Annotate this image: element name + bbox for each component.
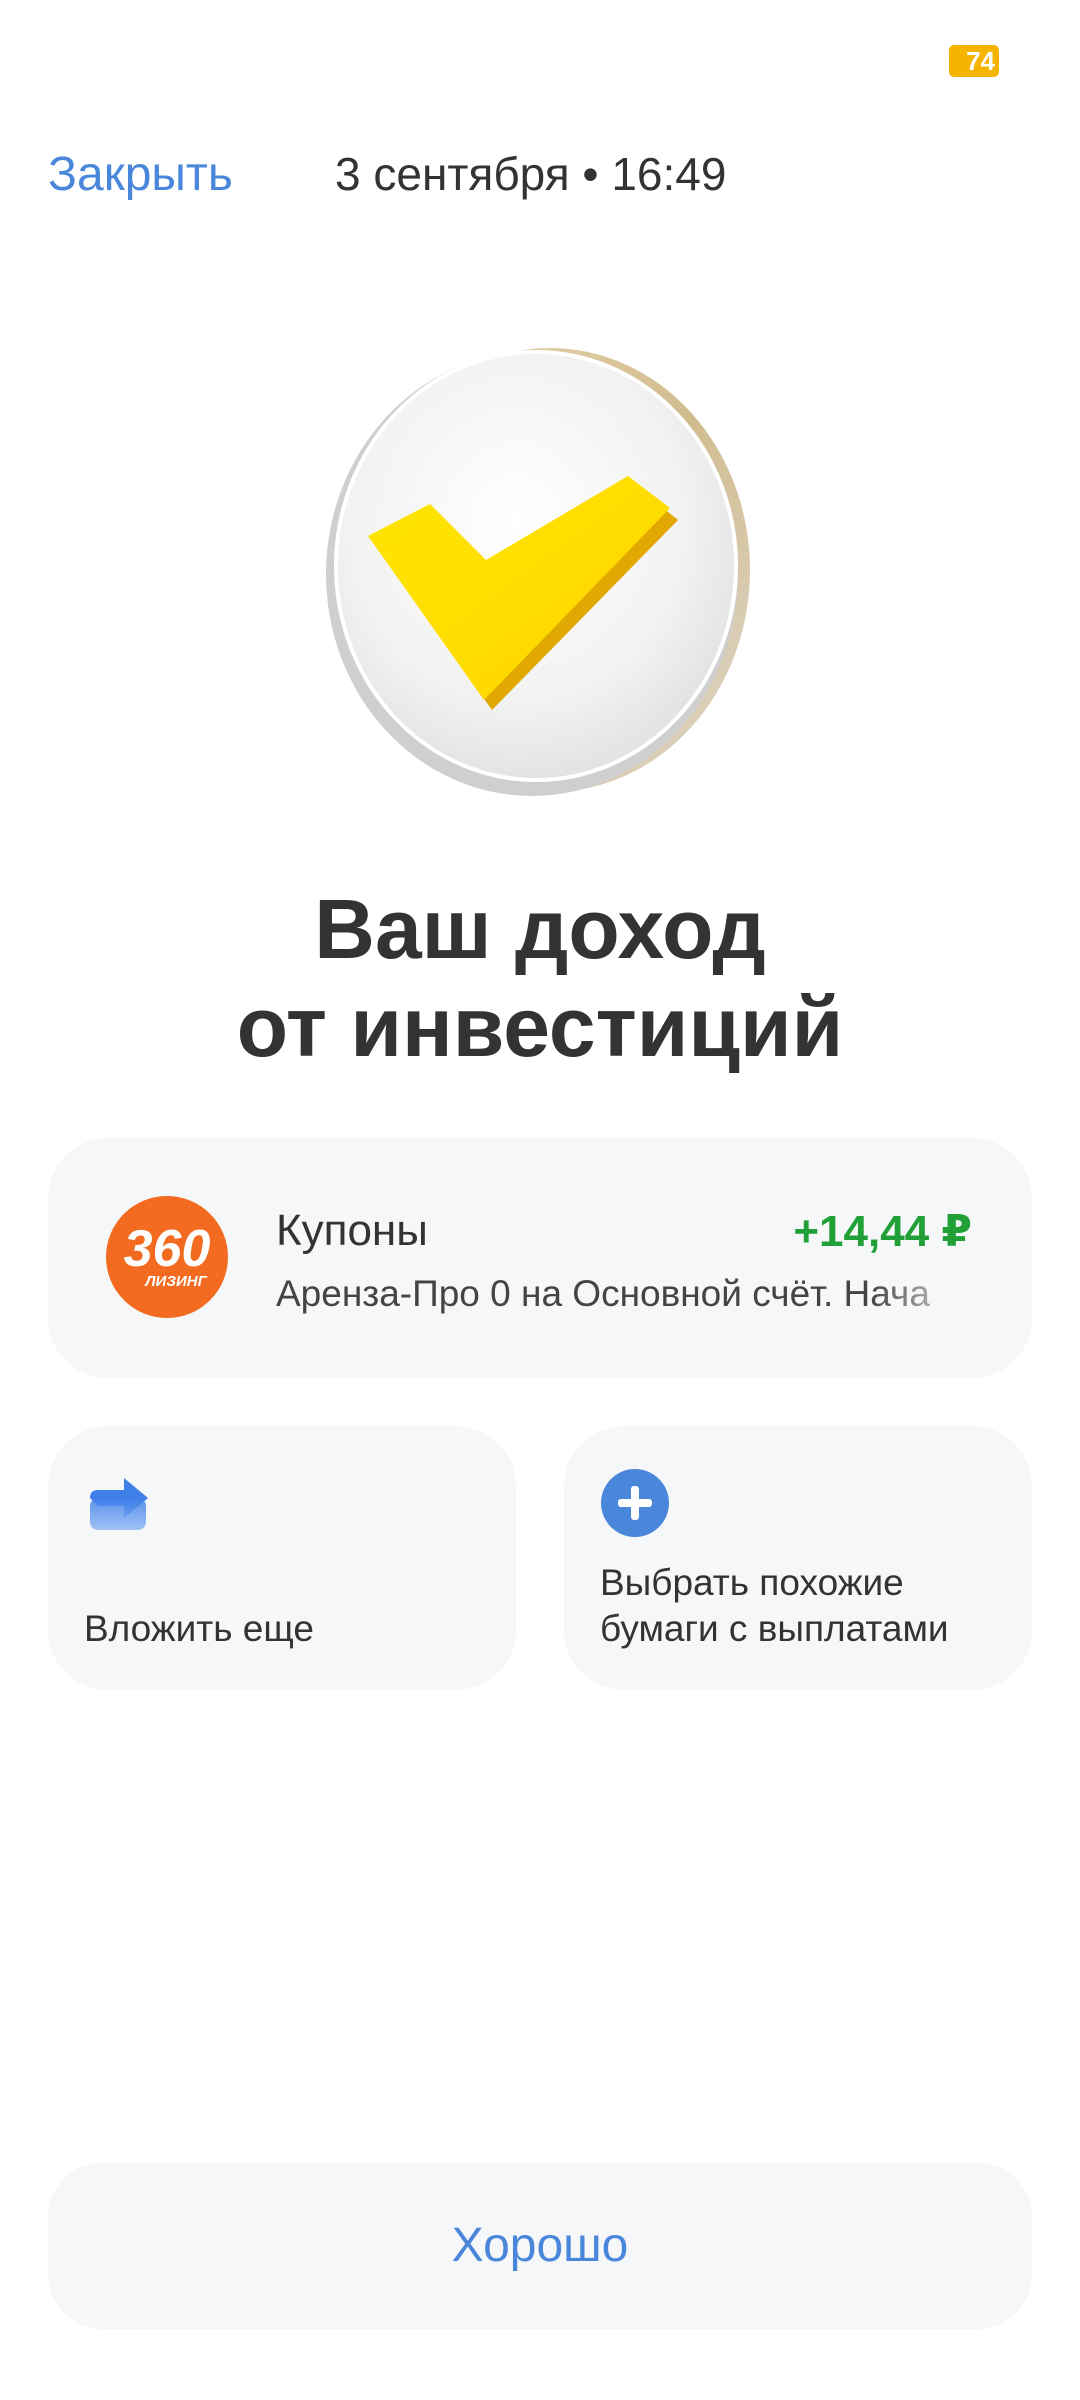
coupon-amount: +14,44 ₽ (793, 1207, 972, 1256)
coupon-description: Аренза-Про 0 на Основной счёт. Нача (276, 1273, 930, 1314)
choose-similar-label-line-1: Выбрать похожие (600, 1562, 904, 1603)
logo-text-main: 360 (124, 1220, 211, 1278)
ok-button[interactable]: Хорошо (48, 2163, 1032, 2329)
battery-indicator: 74 (949, 45, 999, 77)
date-time-label: 3 сентября • 16:49 (335, 148, 727, 200)
checkmark-coin-icon (318, 338, 758, 798)
invest-more-label: Вложить еще (84, 1608, 314, 1649)
page-title-line-2: от инвестиций (236, 980, 844, 1074)
coupon-title: Купоны (276, 1206, 428, 1255)
choose-similar-label-line-2: бумаги с выплатами (600, 1608, 949, 1649)
choose-similar-securities-button[interactable]: Выбрать похожие бумаги с выплатами (564, 1426, 1032, 1690)
close-button[interactable]: Закрыть (48, 147, 233, 202)
invest-more-button[interactable]: Вложить еще (48, 1426, 516, 1690)
page-title-line-1: Ваш доход (314, 882, 766, 976)
plus-circle-icon (600, 1468, 670, 1538)
share-arrow-icon (84, 1468, 154, 1538)
page-title: Ваш доход от инвестиций (0, 880, 1080, 1076)
360-leasing-logo: 360 ЛИЗИНГ (106, 1196, 228, 1318)
coupon-income-card[interactable]: 360 ЛИЗИНГ Купоны +14,44 ₽ Аренза-Про 0 … (48, 1138, 1032, 1378)
logo-text-sub: ЛИЗИНГ (144, 1273, 207, 1290)
